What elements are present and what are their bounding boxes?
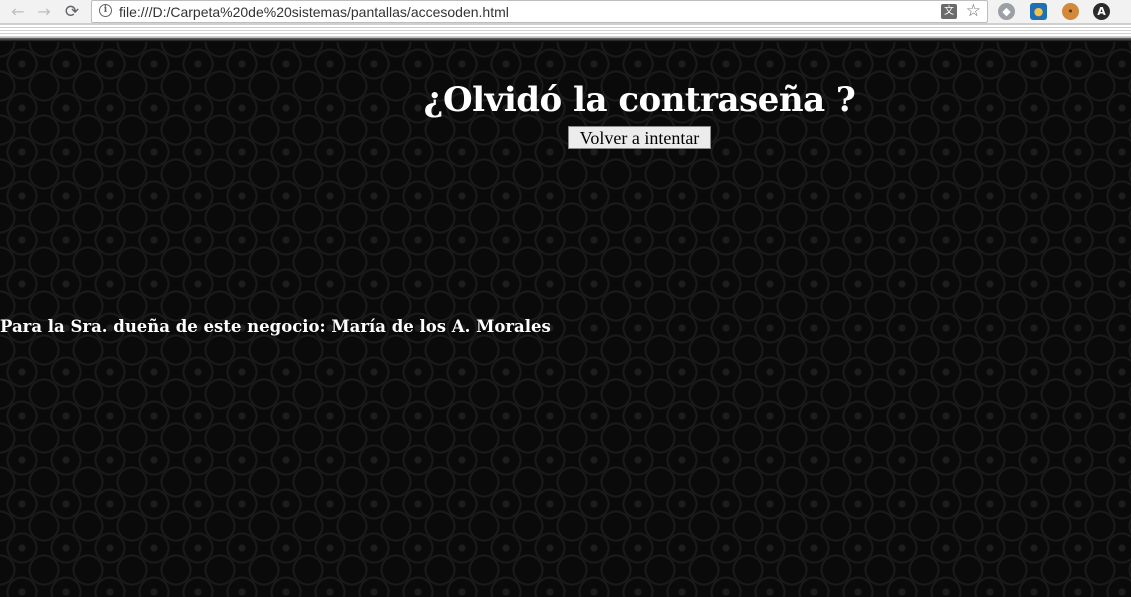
toolbar-divider — [0, 24, 1131, 38]
extension-gray-icon[interactable]: ◆ — [998, 3, 1015, 20]
info-icon[interactable]: i — [99, 4, 112, 17]
back-arrow-icon[interactable]: ← — [8, 2, 28, 22]
extension-a-icon[interactable]: A — [1093, 3, 1110, 20]
extension-cookie-icon[interactable]: • — [1062, 3, 1079, 20]
translate-icon[interactable]: 文 — [941, 4, 957, 19]
browser-toolbar: ← → ⟳ i file:///D:/Carpeta%20de%20sistem… — [0, 0, 1131, 24]
page-heading: ¿Olvidó la contraseña ? — [423, 80, 856, 120]
retry-button[interactable]: Volver a intentar — [568, 126, 711, 149]
extension-spy-icon[interactable]: ● — [1030, 3, 1047, 20]
forward-arrow-icon[interactable]: → — [34, 2, 54, 22]
reload-icon[interactable]: ⟳ — [62, 2, 82, 22]
address-bar[interactable]: i file:///D:/Carpeta%20de%20sistemas/pan… — [91, 0, 988, 23]
bookmark-star-icon[interactable]: ☆ — [966, 2, 981, 21]
page-body: ¿Olvidó la contraseña ? Volver a intenta… — [0, 42, 1131, 597]
owner-note: Para la Sra. dueña de este negocio: Marí… — [0, 317, 551, 336]
url-text[interactable]: file:///D:/Carpeta%20de%20sistemas/panta… — [119, 4, 509, 20]
